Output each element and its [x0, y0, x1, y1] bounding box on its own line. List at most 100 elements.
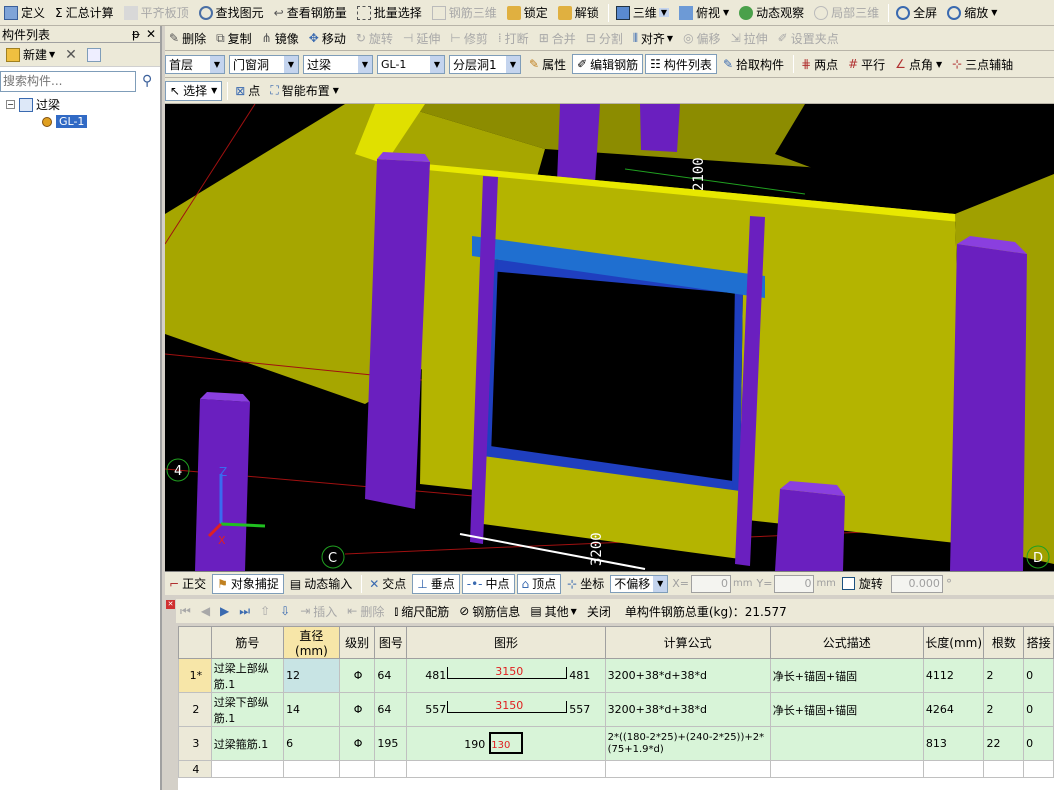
floor-select[interactable]: 首层 ▼ — [165, 54, 225, 74]
midpoint-button[interactable]: -•- 中点 — [461, 573, 515, 594]
cell-lap[interactable]: 0 — [1023, 692, 1054, 727]
next-row-button[interactable]: ▶ — [216, 601, 233, 621]
cell-formula[interactable]: 2*((180-2*25)+(240-2*25))+2*(75+1.9*d) — [604, 726, 771, 761]
stretch-button[interactable]: ⇲ 拉伸 — [727, 28, 772, 48]
cell-count[interactable] — [983, 760, 1025, 778]
move-button[interactable]: ✥ 移动 — [305, 28, 350, 48]
cell-grade[interactable] — [338, 760, 376, 778]
dynamic-view-button[interactable]: 动态观察 — [735, 3, 808, 23]
cell-length[interactable] — [922, 760, 985, 778]
cell-grade[interactable]: Φ — [338, 692, 376, 727]
col-header-length[interactable]: 长度(mm) — [922, 626, 985, 659]
col-header-count[interactable]: 根数 — [983, 626, 1025, 659]
cell-name[interactable]: 过梁下部纵筋.1 — [210, 692, 285, 727]
table-row[interactable]: 3 过梁箍筋.1 6 Φ 195 190 130 2*((180-2*25)+(… — [178, 726, 1054, 761]
chevron-down-icon[interactable]: ▼ — [658, 8, 669, 17]
select-button[interactable]: ↖ 选择 ▼ — [165, 80, 223, 101]
scale-rebar-button[interactable]: ⫾ 缩尺配筋 — [390, 601, 453, 621]
lock-button[interactable]: 锁定 — [503, 3, 552, 23]
close-button[interactable]: 关闭 — [583, 601, 615, 621]
fullscreen-button[interactable]: 全屏 — [892, 3, 941, 23]
split-button[interactable]: ⊟ 分割 — [582, 28, 627, 48]
cell-lap[interactable]: 0 — [1023, 726, 1054, 761]
col-header-diameter[interactable]: 直径(mm) — [283, 626, 340, 659]
table-row[interactable]: 1* 过梁上部纵筋.1 12 Φ 64 481 3150 481 3200+38… — [178, 658, 1054, 693]
edit-rebar-button[interactable]: ✐ 编辑钢筋 — [572, 54, 644, 74]
flush-slab-button[interactable]: 平齐板顶 — [120, 3, 193, 23]
table-row[interactable]: 4 — [178, 760, 1054, 778]
element-select[interactable]: GL-1 ▼ — [377, 54, 445, 74]
rebar-3d-button[interactable]: 钢筋三维 — [428, 3, 501, 23]
cell-figure[interactable]: 64 — [374, 692, 408, 727]
3d-scene[interactable]: 2100 3200 4 C D Z X — [165, 104, 1054, 571]
find-element-button[interactable]: 查找图元 — [195, 3, 268, 23]
cell-diameter[interactable]: 6 — [283, 726, 340, 761]
col-header-formula[interactable]: 计算公式 — [604, 626, 771, 659]
col-header-lap[interactable]: 搭接 — [1023, 626, 1054, 659]
cell-count[interactable]: 2 — [983, 692, 1025, 727]
trim-button[interactable]: ⊢ 修剪 — [446, 28, 491, 48]
new-button[interactable]: 新建 ▼ — [2, 45, 59, 65]
batch-select-button[interactable]: 批量选择 — [353, 3, 426, 23]
object-snap-button[interactable]: ⚑ 对象捕捉 — [212, 573, 284, 594]
col-header-grade[interactable]: 级别 — [338, 626, 376, 659]
cell-figure[interactable]: 195 — [374, 726, 408, 761]
cell-diameter[interactable]: 14 — [283, 692, 340, 727]
tree-node-root[interactable]: − 过梁 — [0, 96, 160, 113]
other-button[interactable]: ▤ 其他 ▼ — [526, 601, 581, 621]
copy-button[interactable]: ⧉ 复制 — [212, 28, 256, 48]
cell-description[interactable]: 净长+锚固+锚固 — [769, 658, 924, 693]
unlock-button[interactable]: 解锁 — [554, 3, 603, 23]
y-coordinate-input[interactable]: 0 — [774, 574, 815, 593]
mirror-button[interactable]: ⋔ 镜像 — [258, 28, 303, 48]
x-coordinate-input[interactable]: 0 — [691, 574, 732, 593]
coordinate-button[interactable]: ⊹ 坐标 — [563, 574, 608, 594]
dynamic-input-button[interactable]: ▤ 动态输入 — [286, 574, 356, 594]
cell-diameter[interactable] — [283, 760, 340, 778]
move-up-button[interactable]: ⇧ — [256, 601, 274, 621]
three-d-button[interactable]: 三维 ▼ — [612, 3, 673, 23]
type-select[interactable]: 过梁 ▼ — [303, 54, 373, 74]
point-button[interactable]: ⊠ 点 — [231, 81, 264, 101]
cell-grade[interactable]: Φ — [338, 726, 376, 761]
cell-description[interactable]: 净长+锚固+锚固 — [769, 692, 924, 727]
collapse-icon[interactable]: − — [6, 100, 15, 109]
3d-viewport[interactable]: 2100 3200 4 C D Z X — [165, 104, 1054, 571]
summary-calc-button[interactable]: Σ 汇总计算 — [51, 3, 118, 23]
rotate-checkbox[interactable] — [841, 577, 855, 590]
row-number[interactable]: 4 — [178, 760, 212, 778]
three-point-aux-button[interactable]: ⊹ 三点辅轴 — [948, 54, 1017, 74]
prev-row-button[interactable]: ◀ — [197, 601, 214, 621]
row-number[interactable]: 1* — [178, 658, 212, 693]
search-icon[interactable]: ⚲ — [142, 73, 152, 89]
last-row-button[interactable]: ⏭ — [235, 601, 254, 621]
view-rebar-qty-button[interactable]: ↩ 查看钢筋量 — [270, 3, 351, 23]
cell-name[interactable]: 过梁上部纵筋.1 — [210, 658, 285, 693]
row-number[interactable]: 3 — [178, 726, 212, 761]
copy-element-button[interactable] — [83, 45, 108, 65]
cell-description[interactable] — [769, 760, 924, 778]
move-down-button[interactable]: ⇩ — [276, 601, 294, 621]
cell-figure[interactable]: 64 — [374, 658, 408, 693]
merge-button[interactable]: ⊞ 合并 — [535, 28, 580, 48]
cell-formula[interactable]: 3200+38*d+38*d — [604, 658, 771, 693]
rebar-info-button[interactable]: ⊘ 钢筋信息 — [455, 601, 524, 621]
category-select[interactable]: 门窗洞 ▼ — [229, 54, 299, 74]
cell-formula[interactable] — [604, 760, 771, 778]
cell-formula[interactable]: 3200+38*d+38*d — [604, 692, 771, 727]
cell-shape[interactable]: 190 130 — [406, 726, 606, 761]
vertex-button[interactable]: ⌂ 顶点 — [516, 573, 562, 594]
intersection-button[interactable]: ✕ 交点 — [365, 574, 410, 594]
perpendicular-button[interactable]: ⊥ 垂点 — [412, 573, 460, 594]
cell-length[interactable]: 813 — [922, 726, 985, 761]
cell-name[interactable] — [210, 760, 285, 778]
cell-shape[interactable] — [406, 760, 606, 778]
point-angle-button[interactable]: ∠ 点角 ▼ — [891, 54, 946, 74]
tree-node-child[interactable]: GL-1 — [0, 113, 160, 130]
table-row[interactable]: 2 过梁下部纵筋.1 14 Φ 64 557 3150 557 3200+38*… — [178, 692, 1054, 727]
rotate-angle-input[interactable]: 0.000 — [890, 574, 943, 593]
cell-figure[interactable] — [374, 760, 408, 778]
col-header-figure[interactable]: 图号 — [374, 626, 408, 659]
ortho-button[interactable]: ⌐ 正交 — [165, 574, 210, 594]
col-header-shape[interactable]: 图形 — [406, 626, 606, 659]
